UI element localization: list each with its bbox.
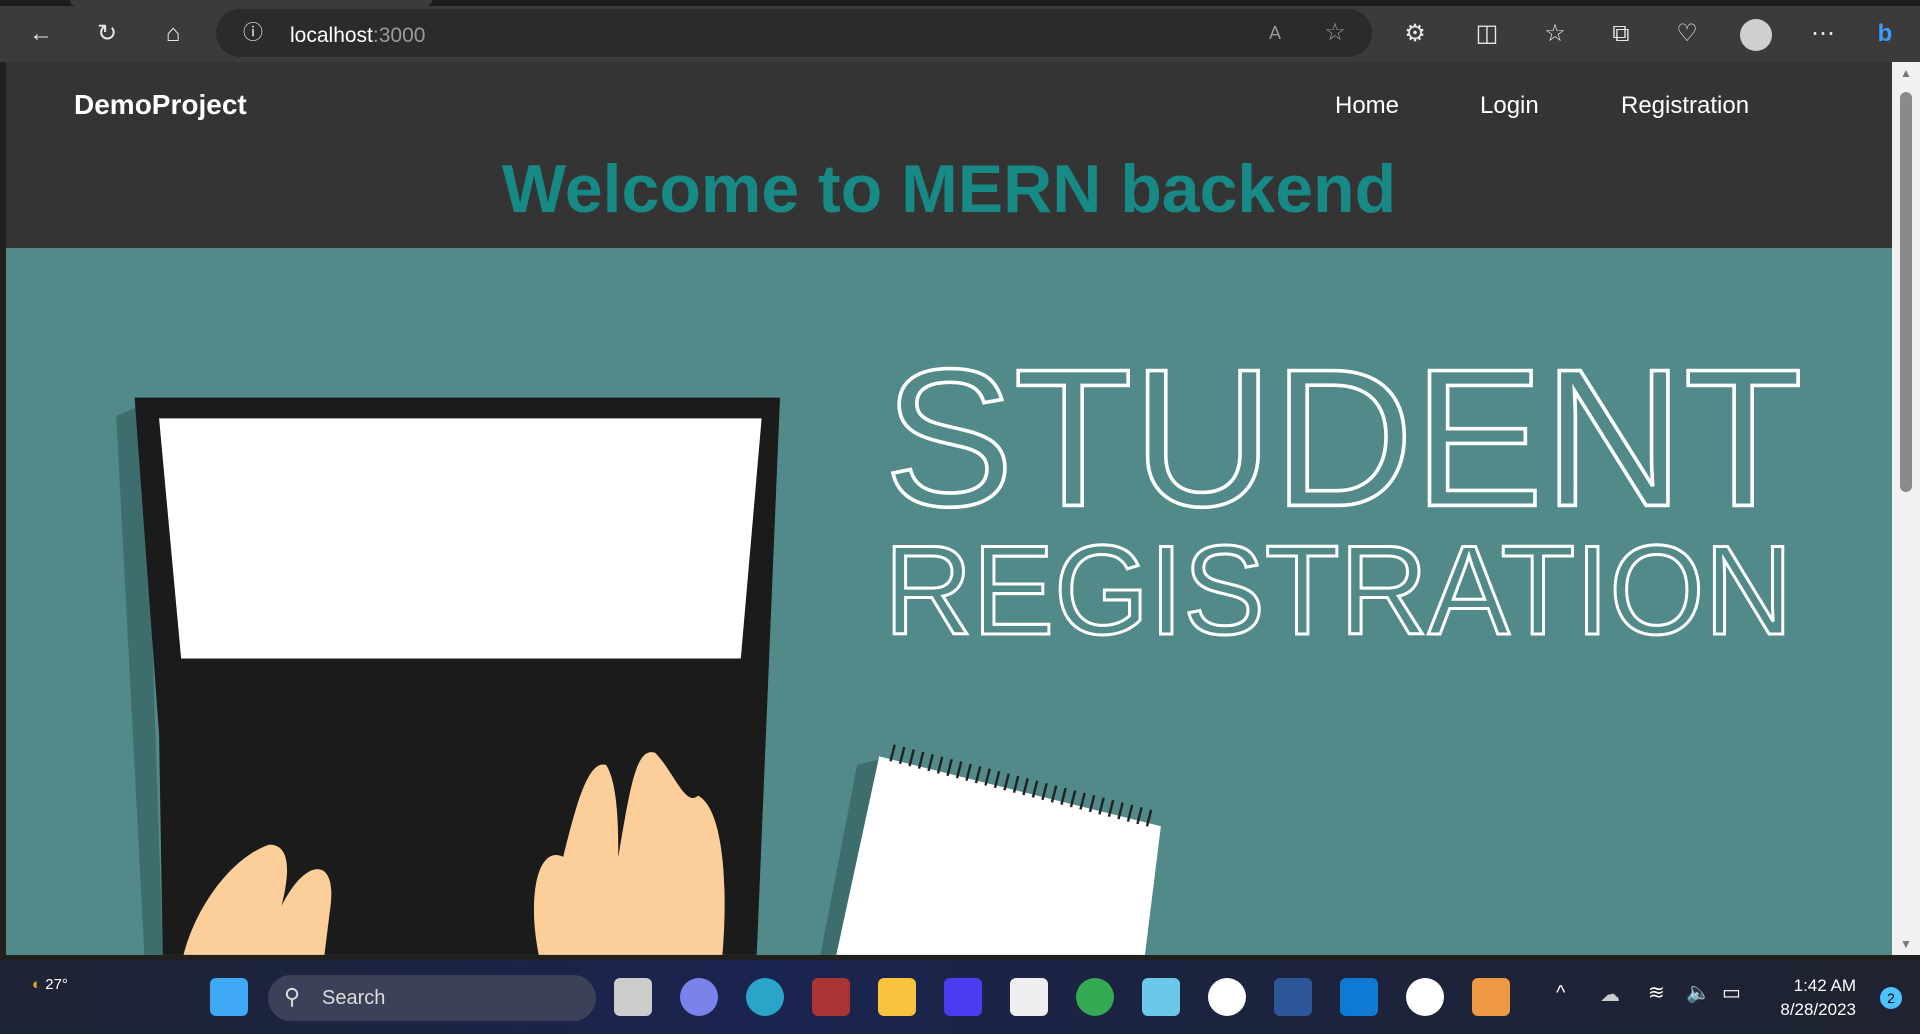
home-icon[interactable]: ⌂ — [158, 19, 188, 49]
scroll-down-icon[interactable]: ▼ — [1900, 937, 1912, 951]
battery-icon[interactable]: ▭ — [1722, 980, 1741, 1005]
git-icon[interactable] — [1472, 978, 1510, 1016]
vscode-icon[interactable] — [1340, 978, 1378, 1016]
nav-login[interactable]: Login — [1480, 92, 1539, 120]
collections-icon[interactable]: ⧉ — [1606, 19, 1636, 49]
page-scrollbar[interactable]: ▲ ▼ — [1892, 62, 1920, 955]
profile-avatar-icon[interactable] — [1740, 19, 1772, 51]
hero-text-student: STUDENT — [884, 328, 1803, 547]
weather-widget[interactable]: ◐ 27° — [32, 976, 68, 993]
notification-badge[interactable]: 2 — [1880, 987, 1902, 1009]
microsoft-store-icon[interactable] — [1010, 978, 1048, 1016]
brand-logo[interactable]: DemoProject — [74, 89, 247, 121]
url-text[interactable]: localhost:3000 — [290, 24, 425, 48]
nav-home[interactable]: Home — [1335, 92, 1399, 120]
hero-banner: STUDENT REGISTRATION — [6, 248, 1892, 955]
wifi-icon[interactable]: ≋ — [1648, 980, 1665, 1005]
info-icon[interactable]: ⓘ — [238, 18, 268, 48]
url-port: :3000 — [372, 24, 426, 47]
taskbar: ◐ 27° ⚲ Search ^ ☁ ≋ 🔈 ▭ 1:42 AM 8/28/2023… — [0, 960, 1920, 1034]
url-host: localhost — [290, 24, 373, 47]
scrollbar-thumb[interactable] — [1900, 92, 1912, 492]
notepad — [836, 756, 1161, 955]
favorites-icon[interactable]: ☆ — [1540, 19, 1570, 49]
edge-icon[interactable] — [746, 978, 784, 1016]
app-icon[interactable] — [944, 978, 982, 1016]
more-icon[interactable]: ⋯ — [1808, 19, 1838, 49]
laptop-screen — [159, 418, 762, 659]
word-icon[interactable] — [1274, 978, 1312, 1016]
refresh-icon[interactable]: ↻ — [92, 19, 122, 49]
onedrive-icon[interactable]: ☁ — [1600, 982, 1620, 1007]
navbar: DemoProject Home Login Registration Welc… — [6, 62, 1892, 248]
chrome-icon[interactable] — [1076, 978, 1114, 1016]
clock-date: 8/28/2023 — [1780, 1000, 1856, 1019]
hero-illustration: STUDENT REGISTRATION — [116, 327, 1804, 955]
weather-temp: 27° — [45, 976, 68, 993]
app-circle-icon[interactable] — [1208, 978, 1246, 1016]
mongodb-compass-icon[interactable] — [1406, 978, 1444, 1016]
split-screen-icon[interactable]: ◫ — [1472, 19, 1502, 49]
clock[interactable]: 1:42 AM 8/28/2023 — [1780, 974, 1856, 1022]
weather-icon: ◐ — [32, 976, 42, 993]
browser-essentials-icon[interactable]: ♡ — [1672, 19, 1702, 49]
notepad-icon[interactable] — [1142, 978, 1180, 1016]
file-explorer-icon[interactable] — [878, 978, 916, 1016]
nav-registration[interactable]: Registration — [1621, 92, 1749, 120]
back-icon[interactable]: ← — [26, 19, 56, 49]
search-icon: ⚲ — [284, 984, 301, 1009]
search-placeholder: Search — [322, 987, 386, 1009]
taskbar-search[interactable]: ⚲ Search — [268, 975, 596, 1021]
extensions-icon[interactable]: ⚙ — [1400, 19, 1430, 49]
start-icon[interactable] — [210, 978, 248, 1016]
task-view-icon[interactable] — [614, 978, 652, 1016]
winrar-icon[interactable] — [812, 978, 850, 1016]
browser-toolbar: ← ↻ ⌂ ⓘ A ☆ localhost:3000 ⚙ ◫ ☆ ⧉ ♡ ⋯ b — [0, 6, 1920, 62]
clock-time: 1:42 AM — [1793, 976, 1856, 995]
teams-chat-icon[interactable] — [680, 978, 718, 1016]
read-aloud-icon[interactable]: A — [1260, 18, 1290, 48]
volume-icon[interactable]: 🔈 — [1686, 980, 1711, 1005]
page-heading: Welcome to MERN backend — [501, 151, 1397, 227]
scroll-up-icon[interactable]: ▲ — [1900, 66, 1912, 80]
page-viewport: DemoProject Home Login Registration Welc… — [6, 62, 1892, 955]
favorite-star-icon[interactable]: ☆ — [1320, 18, 1350, 48]
bing-copilot-icon[interactable]: b — [1870, 19, 1900, 49]
tray-chevron-icon[interactable]: ^ — [1556, 982, 1565, 1005]
hero-text-registration: REGISTRATION — [884, 519, 1793, 661]
